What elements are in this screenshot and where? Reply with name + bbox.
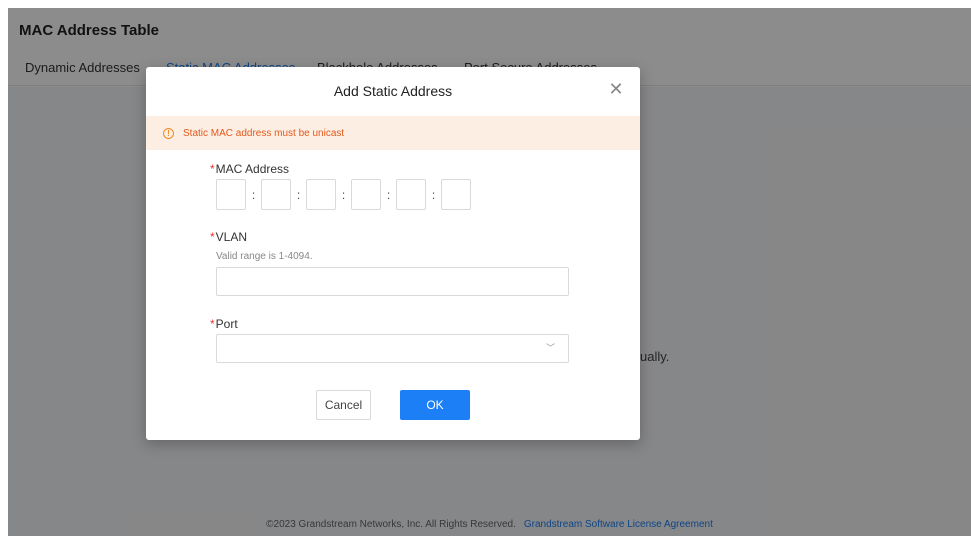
mac-separator: : (296, 187, 301, 202)
mac-address-label: *MAC Address (210, 162, 289, 176)
mac-address-input-group: : : : : : (216, 179, 471, 210)
warning-circle-icon: ! (163, 127, 174, 139)
mac-octet-6[interactable] (441, 179, 471, 210)
mac-separator: : (431, 187, 436, 202)
dialog-title: Add Static Address (333, 83, 453, 99)
ok-button[interactable]: OK (400, 390, 470, 420)
mac-separator: : (341, 187, 346, 202)
required-mark: * (210, 230, 215, 244)
required-mark: * (210, 317, 215, 331)
mac-octet-3[interactable] (306, 179, 336, 210)
mac-address-label-text: MAC Address (215, 162, 290, 176)
add-static-address-dialog: Add Static Address ✕ ! Static MAC addres… (146, 67, 640, 440)
port-label: *Port (210, 317, 238, 331)
vlan-label-text: VLAN (215, 230, 248, 244)
port-select[interactable]: ﹀ (216, 334, 569, 363)
mac-octet-4[interactable] (351, 179, 381, 210)
required-mark: * (210, 162, 215, 176)
mac-octet-1[interactable] (216, 179, 246, 210)
vlan-label: *VLAN (210, 230, 247, 244)
port-label-text: Port (215, 317, 238, 331)
mac-octet-5[interactable] (396, 179, 426, 210)
vlan-input[interactable] (216, 267, 569, 296)
close-icon[interactable]: ✕ (606, 79, 626, 99)
cancel-button[interactable]: Cancel (316, 390, 371, 420)
alert-text: Static MAC address must be unicast (183, 127, 345, 139)
chevron-down-icon: ﹀ (546, 343, 556, 353)
mac-separator: : (251, 187, 256, 202)
mac-separator: : (386, 187, 391, 202)
vlan-hint: Valid range is 1-4094. (216, 251, 313, 262)
unicast-warning-alert: ! Static MAC address must be unicast (146, 116, 640, 150)
mac-octet-2[interactable] (261, 179, 291, 210)
